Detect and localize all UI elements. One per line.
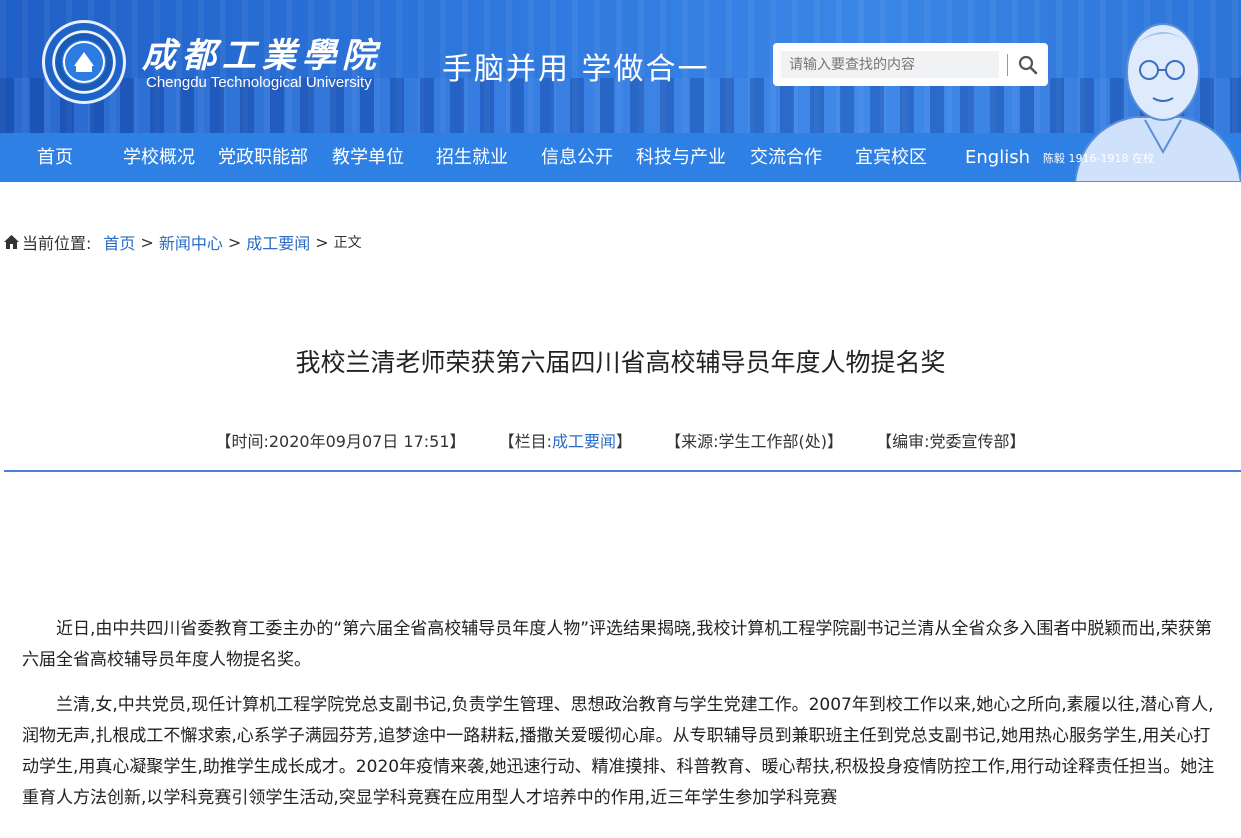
article-column-prefix: 【栏目: — [498, 432, 552, 451]
article-paragraph: 近日,由中共四川省委教育工委主办的“第六届全省高校辅导员年度人物”评选结果揭晓,… — [22, 619, 1212, 670]
breadcrumb-link-news[interactable]: 成工要闻 — [246, 230, 310, 254]
search-icon — [1018, 55, 1038, 74]
site-header: 成都工業學院 Chengdu Technological University … — [0, 0, 1241, 133]
nav-item-departments[interactable]: 党政职能部 — [218, 133, 308, 182]
article-title: 我校兰清老师荣获第六届四川省高校辅导员年度人物提名奖 — [295, 348, 946, 377]
breadcrumb-link-home[interactable]: 首页 — [103, 230, 135, 254]
home-icon — [4, 235, 19, 249]
search-input[interactable] — [781, 51, 999, 78]
search-button[interactable] — [1016, 53, 1040, 77]
logo-chinese-name[interactable]: 成都工業學院 — [142, 28, 382, 77]
article-editor: 【编审:党委宣传部】 — [876, 432, 1026, 451]
nav-item-teaching-units[interactable]: 教学单位 — [332, 133, 404, 182]
university-seal-logo[interactable] — [42, 20, 126, 104]
article-paragraph: 兰清,女,中共党员,现任计算机工程学院党总支副书记,负责学生管理、思想政治教育与… — [22, 695, 1215, 808]
article-meta: 【时间:2020年09月07日 17:51】 【栏目:成工要闻】 【来源:学生工… — [0, 428, 1241, 452]
breadcrumb-current: 正文 — [333, 235, 362, 251]
nav-item-info-disclosure[interactable]: 信息公开 — [541, 133, 613, 182]
portrait-caption: 陈毅 1916-1918 在校 — [1043, 152, 1154, 165]
breadcrumb-link-news-center[interactable]: 新闻中心 — [159, 230, 223, 254]
breadcrumb-separator: > — [140, 232, 154, 252]
title-divider — [4, 470, 1241, 472]
school-motto: 手脑并用 学做合一 — [442, 52, 710, 87]
article-time: 【时间:2020年09月07日 17:51】 — [215, 432, 466, 451]
logo-english-name[interactable]: Chengdu Technological University — [146, 74, 372, 91]
nav-item-technology[interactable]: 科技与产业 — [636, 133, 726, 182]
article-body: 近日,由中共四川省委教育工委主办的“第六届全省高校辅导员年度人物”评选结果揭晓,… — [22, 614, 1222, 828]
nav-item-home[interactable]: 首页 — [37, 133, 73, 182]
search-divider — [1007, 53, 1008, 76]
breadcrumb-label: 当前位置: — [22, 234, 92, 253]
article-column-link[interactable]: 成工要闻 — [552, 432, 616, 451]
nav-item-yibin-campus[interactable]: 宜宾校区 — [855, 133, 927, 182]
article-column: 【栏目:成工要闻】 — [499, 432, 632, 451]
article-column-suffix: 】 — [616, 432, 633, 451]
nav-item-english[interactable]: English — [965, 133, 1030, 182]
article-source: 【来源:学生工作部(处)】 — [665, 432, 844, 451]
seal-emblem-icon — [63, 41, 105, 83]
breadcrumb-separator: > — [315, 232, 329, 252]
nav-item-admissions[interactable]: 招生就业 — [436, 133, 508, 182]
breadcrumb: 当前位置: 首页 > 新闻中心 > 成工要闻 > 正文 — [4, 230, 362, 254]
breadcrumb-separator: > — [227, 232, 242, 252]
nav-item-cooperation[interactable]: 交流合作 — [750, 133, 822, 182]
nav-item-about[interactable]: 学校概况 — [123, 133, 195, 182]
search-box — [773, 43, 1048, 86]
